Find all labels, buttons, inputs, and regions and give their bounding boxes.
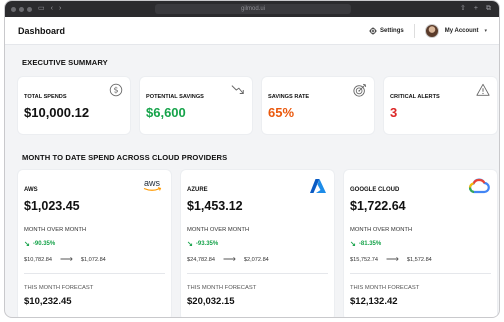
azure-logo <box>309 178 327 199</box>
forecast-value: $20,032.15 <box>187 296 235 307</box>
url-text: gilmod.ui <box>240 6 265 12</box>
current-spend: $1,072.84 <box>80 256 106 263</box>
back-icon[interactable]: ‹ <box>51 1 53 17</box>
settings-button[interactable]: Settings <box>369 27 404 35</box>
header-actions: Settings My Account ▾ <box>369 17 487 45</box>
trend-down-icon <box>231 85 244 94</box>
forecast-label: THIS MONTH FORECAST <box>24 285 94 291</box>
summary-label: TOTAL SPENDS <box>24 94 67 100</box>
spend-range: $10,782.84 ⟶ $1,072.84 <box>24 254 106 265</box>
settings-label: Settings <box>380 28 404 34</box>
aws-logo: aws <box>140 178 164 197</box>
divider <box>24 273 165 274</box>
current-spend: $2,072.84 <box>243 256 269 263</box>
month-over-month-label: MONTH OVER MONTH <box>350 227 413 233</box>
summary-card-total-spends: $ TOTAL SPENDS $10,000.12 <box>18 77 130 134</box>
forward-icon[interactable]: › <box>59 1 61 17</box>
arrow-right-icon: ⟶ <box>386 254 399 264</box>
change-indicator: ↘ -81.35% <box>350 240 381 248</box>
provider-spend: $1,453.12 <box>187 199 243 213</box>
trend-down-icon: ↘ <box>24 241 30 248</box>
summary-label: SAVINGS RATE <box>268 94 310 100</box>
trend-down-icon: ↘ <box>187 241 193 248</box>
dollar-circle-icon: $ <box>109 83 123 97</box>
google-cloud-logo <box>468 178 490 199</box>
trend-down-icon: ↘ <box>350 241 356 248</box>
previous-spend: $24,782.84 <box>187 256 215 263</box>
new-tab-icon[interactable]: + <box>474 1 478 17</box>
browser-window: ▭ ‹ › gilmod.ui ⇧ + ⧉ Dashboard Settings… <box>4 0 500 318</box>
warning-icon <box>476 83 490 96</box>
arrow-right-icon: ⟶ <box>60 254 73 264</box>
share-icon[interactable]: ⇧ <box>460 1 466 17</box>
current-spend: $1,572.84 <box>406 256 432 263</box>
divider <box>350 273 491 274</box>
provider-card-aws: aws AWS $1,023.45 MONTH OVER MONTH ↘ -90… <box>18 170 171 317</box>
app-header: Dashboard Settings My Account ▾ <box>5 17 499 45</box>
target-icon <box>353 83 367 97</box>
summary-label: POTENTIAL SAVINGS <box>146 94 204 100</box>
account-menu[interactable]: My Account <box>445 28 479 34</box>
chevron-down-icon[interactable]: ▾ <box>484 28 487 34</box>
arrow-right-icon: ⟶ <box>223 254 236 264</box>
provider-spend: $1,722.64 <box>350 199 406 213</box>
previous-spend: $15,752.74 <box>350 256 378 263</box>
provider-card-azure: AZURE $1,453.12 MONTH OVER MONTH ↘ -93.3… <box>181 170 334 317</box>
window-controls <box>11 6 32 12</box>
provider-name: AWS <box>24 187 38 193</box>
provider-name: AZURE <box>187 187 208 193</box>
maximize-window-button[interactable] <box>27 6 32 12</box>
change-indicator: ↘ -90.35% <box>24 240 55 248</box>
change-percent: -93.35% <box>195 241 219 247</box>
summary-value: $6,600 <box>146 105 186 120</box>
divider <box>187 273 328 274</box>
tabs-overview-icon[interactable]: ⧉ <box>486 1 491 17</box>
minimize-window-button[interactable] <box>19 6 24 12</box>
summary-card-potential-savings: POTENTIAL SAVINGS $6,600 <box>140 77 252 134</box>
close-window-button[interactable] <box>11 6 16 12</box>
provider-name: GOOGLE CLOUD <box>350 187 400 193</box>
summary-value: $10,000.12 <box>24 105 90 120</box>
summary-card-savings-rate: SAVINGS RATE 65% <box>262 77 374 134</box>
summary-value: 3 <box>390 105 398 120</box>
summary-value: 65% <box>268 105 295 120</box>
change-percent: -90.35% <box>32 241 56 247</box>
change-indicator: ↘ -93.35% <box>187 240 218 248</box>
browser-toolbar: ▭ ‹ › gilmod.ui ⇧ + ⧉ <box>5 1 499 17</box>
executive-summary-title: EXECUTIVE SUMMARY <box>22 58 108 67</box>
forecast-label: THIS MONTH FORECAST <box>350 285 420 291</box>
previous-spend: $10,782.84 <box>24 256 52 263</box>
provider-card-google-cloud: GOOGLE CLOUD $1,722.64 MONTH OVER MONTH … <box>344 170 497 317</box>
header-divider <box>413 24 415 38</box>
change-percent: -81.35% <box>358 241 382 247</box>
provider-spend: $1,023.45 <box>24 199 80 213</box>
spend-range: $15,752.74 ⟶ $1,572.84 <box>350 254 432 265</box>
address-bar[interactable]: gilmod.ui <box>155 4 351 14</box>
summary-card-critical-alerts: CRITICAL ALERTS 3 <box>384 77 497 134</box>
forecast-label: THIS MONTH FORECAST <box>187 285 257 291</box>
aws-logo-text: aws <box>144 178 161 188</box>
browser-actions: ⇧ + ⧉ <box>460 1 491 17</box>
gear-icon <box>369 27 377 35</box>
svg-text:$: $ <box>113 86 118 95</box>
spend-range: $24,782.84 ⟶ $2,072.84 <box>187 254 269 265</box>
avatar[interactable] <box>424 24 439 38</box>
month-over-month-label: MONTH OVER MONTH <box>187 227 250 233</box>
forecast-value: $10,232.45 <box>24 296 72 307</box>
sidebar-toggle-icon[interactable]: ▭ <box>38 1 45 17</box>
forecast-value: $12,132.42 <box>350 296 398 307</box>
summary-label: CRITICAL ALERTS <box>390 94 440 100</box>
month-over-month-label: MONTH OVER MONTH <box>24 227 87 233</box>
page-title: Dashboard <box>18 25 66 36</box>
cloud-spend-title: MONTH TO DATE SPEND ACROSS CLOUD PROVIDE… <box>22 153 228 162</box>
